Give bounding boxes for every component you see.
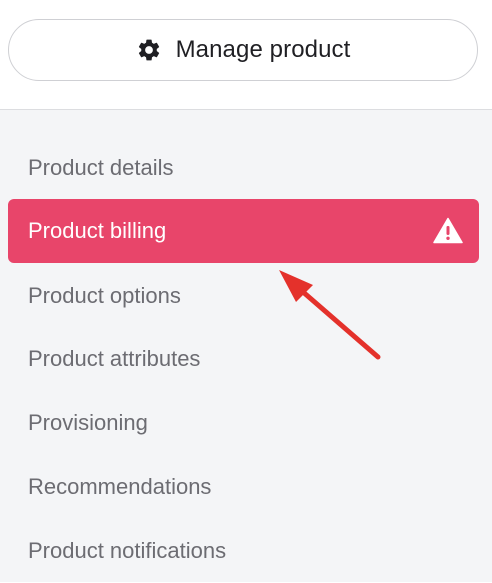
sidebar-item-label: Provisioning (28, 410, 148, 435)
sidebar-item-label: Product details (28, 155, 174, 180)
sidebar-item-label: Product notifications (28, 538, 227, 563)
sidebar-item-product-billing[interactable]: Product billing (8, 199, 479, 263)
sidebar-item-label: Product billing (28, 218, 167, 243)
header-section: Manage product (0, 0, 492, 110)
manage-product-button[interactable]: Manage product (8, 19, 478, 81)
sidebar-item-label: Product options (28, 283, 181, 308)
sidebar-item-label: Product attributes (28, 346, 201, 371)
product-sidebar-nav: Product details Product billing Product … (0, 110, 492, 582)
sidebar-item-label: Recommendations (28, 474, 212, 499)
warning-icon (433, 217, 463, 244)
manage-product-label: Manage product (175, 36, 351, 63)
gear-icon (136, 37, 162, 63)
sidebar-item-product-options[interactable]: Product options (8, 264, 479, 328)
sidebar-item-provisioning[interactable]: Provisioning (8, 391, 479, 455)
sidebar-item-product-details[interactable]: Product details (8, 136, 479, 200)
sidebar-item-recommendations[interactable]: Recommendations (8, 455, 479, 519)
sidebar-item-product-notifications[interactable]: Product notifications (8, 519, 479, 583)
sidebar-item-product-attributes[interactable]: Product attributes (8, 327, 479, 391)
